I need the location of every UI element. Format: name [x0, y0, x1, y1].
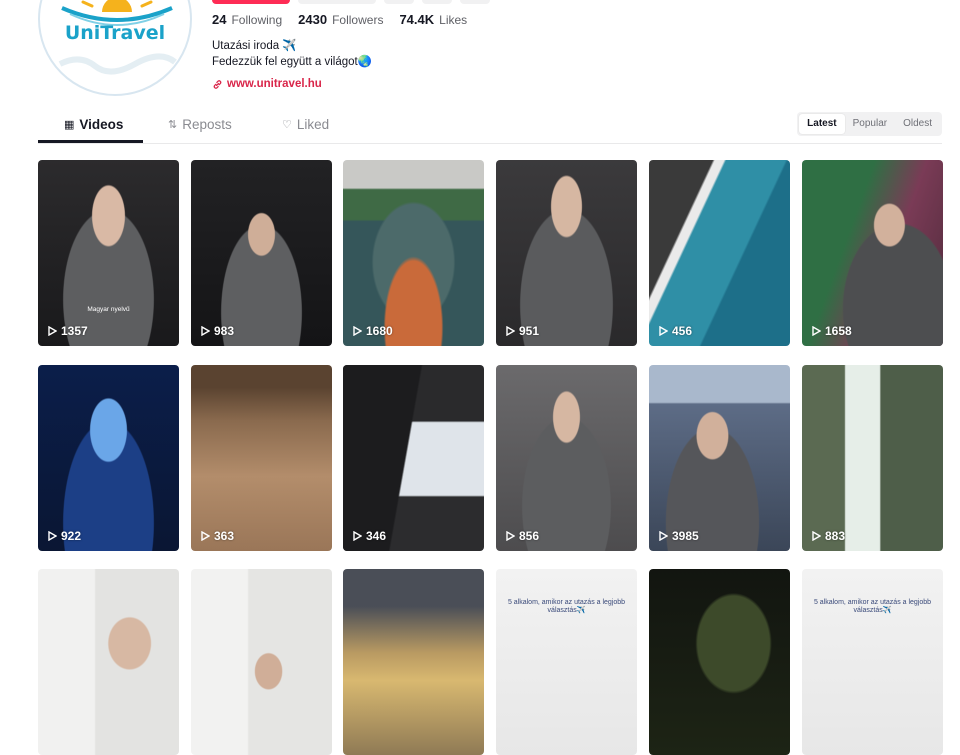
play-count: 456	[659, 324, 692, 338]
play-icon	[201, 531, 210, 541]
video-caption: 5 alkalom, amikor az utazás a legjobb vá…	[813, 599, 932, 614]
tab-label: Liked	[296, 117, 330, 132]
likes-count: 74.4K	[399, 12, 435, 27]
video-card[interactable]	[343, 569, 484, 755]
sun-logo-icon	[58, 0, 177, 75]
bio-line: Utazási iroda ✈️	[212, 40, 297, 52]
play-count: 1357	[48, 324, 88, 338]
following-stat[interactable]: 24 Following	[212, 12, 282, 27]
video-card[interactable]: 456	[649, 160, 790, 346]
play-count-value: 922	[61, 529, 82, 543]
play-icon	[659, 531, 668, 541]
play-icon	[506, 531, 515, 541]
follow-button[interactable]	[212, 0, 290, 4]
play-icon	[812, 531, 821, 541]
play-count: 951	[506, 324, 539, 338]
following-count: 24	[212, 12, 227, 27]
play-icon	[659, 326, 668, 336]
website-link[interactable]: www.unitravel.hu	[212, 78, 322, 90]
video-card[interactable]: Magyar nyelvű 1357	[38, 160, 179, 346]
video-caption: 5 alkalom, amikor az utazás a legjobb vá…	[507, 599, 626, 614]
profile-stats: 24 Following 2430 Followers 74.4K Likes	[212, 12, 483, 27]
likes-label: Likes	[439, 13, 468, 27]
play-count: 3985	[659, 529, 699, 543]
active-tab-indicator	[38, 140, 143, 143]
play-count-value: 3985	[672, 529, 699, 543]
play-count-value: 346	[366, 529, 387, 543]
play-count-value: 1680	[366, 324, 393, 338]
video-card[interactable]	[191, 569, 332, 755]
website-url: www.unitravel.hu	[227, 78, 322, 90]
share-button[interactable]	[422, 0, 452, 4]
heart-icon: ♡	[282, 119, 292, 131]
play-icon	[201, 326, 210, 336]
tab-label: Videos	[79, 117, 124, 132]
play-count: 856	[506, 529, 539, 543]
play-count: 883	[812, 529, 845, 543]
play-count: 1680	[353, 324, 393, 338]
play-count: 983	[201, 324, 234, 338]
add-friend-button[interactable]	[384, 0, 414, 4]
play-icon	[812, 326, 821, 336]
bio-line: Fedezzük fel együtt a világot🌏	[212, 56, 373, 68]
avatar: UniTravel	[38, 0, 192, 96]
sort-popular[interactable]: Popular	[845, 114, 895, 134]
play-count: 1658	[812, 324, 852, 338]
video-card[interactable]: 3985	[649, 365, 790, 551]
message-button[interactable]	[298, 0, 376, 4]
more-button[interactable]	[460, 0, 490, 4]
video-card[interactable]: 951	[496, 160, 637, 346]
likes-stat: 74.4K Likes	[399, 12, 467, 27]
video-card[interactable]: 5 alkalom, amikor az utazás a legjobb vá…	[496, 569, 637, 755]
sort-toggle: Latest Popular Oldest	[797, 112, 942, 136]
tab-reposts[interactable]: ⇅ Reposts	[168, 117, 232, 132]
profile-tabs: ▦ Videos ⇅ Reposts ♡ Liked Latest Popula…	[38, 112, 942, 144]
play-count-value: 1357	[61, 324, 88, 338]
play-count-value: 1658	[825, 324, 852, 338]
sort-oldest[interactable]: Oldest	[895, 114, 940, 134]
repost-icon: ⇅	[168, 119, 178, 131]
video-card[interactable]: 1680	[343, 160, 484, 346]
followers-stat[interactable]: 2430 Followers	[298, 12, 383, 27]
play-icon	[48, 326, 57, 336]
logo-text: UniTravel	[64, 22, 166, 44]
play-count-value: 456	[672, 324, 693, 338]
video-card[interactable]: 983	[191, 160, 332, 346]
link-icon	[213, 79, 222, 89]
play-icon	[48, 531, 57, 541]
video-card[interactable]	[38, 569, 179, 755]
play-icon	[506, 326, 515, 336]
video-card[interactable]: 1658	[802, 160, 943, 346]
video-card[interactable]: 346	[343, 365, 484, 551]
profile-actions	[212, 0, 490, 4]
followers-label: Followers	[332, 13, 384, 27]
video-card[interactable]: 856	[496, 365, 637, 551]
video-card[interactable]: 5 alkalom, amikor az utazás a legjobb vá…	[802, 569, 943, 755]
grid-icon: ▦	[64, 119, 75, 131]
video-card[interactable]	[649, 569, 790, 755]
play-count: 363	[201, 529, 234, 543]
play-count-value: 883	[825, 529, 846, 543]
following-label: Following	[231, 13, 283, 27]
video-card[interactable]: 883	[802, 365, 943, 551]
tab-label: Reposts	[182, 117, 232, 132]
tab-videos[interactable]: ▦ Videos	[64, 117, 123, 132]
play-count-value: 363	[214, 529, 235, 543]
profile-bio: Utazási iroda ✈️ Fedezzük fel együtt a v…	[212, 38, 372, 70]
followers-count: 2430	[298, 12, 328, 27]
video-card[interactable]: 922	[38, 365, 179, 551]
play-count: 346	[353, 529, 386, 543]
play-count: 922	[48, 529, 81, 543]
video-caption: Magyar nyelvű	[87, 306, 130, 313]
play-icon	[353, 531, 362, 541]
sort-latest[interactable]: Latest	[799, 114, 845, 134]
play-icon	[353, 326, 362, 336]
tab-liked[interactable]: ♡ Liked	[282, 117, 329, 132]
play-count-value: 856	[519, 529, 540, 543]
play-count-value: 983	[214, 324, 235, 338]
video-card[interactable]: 363	[191, 365, 332, 551]
play-count-value: 951	[519, 324, 540, 338]
